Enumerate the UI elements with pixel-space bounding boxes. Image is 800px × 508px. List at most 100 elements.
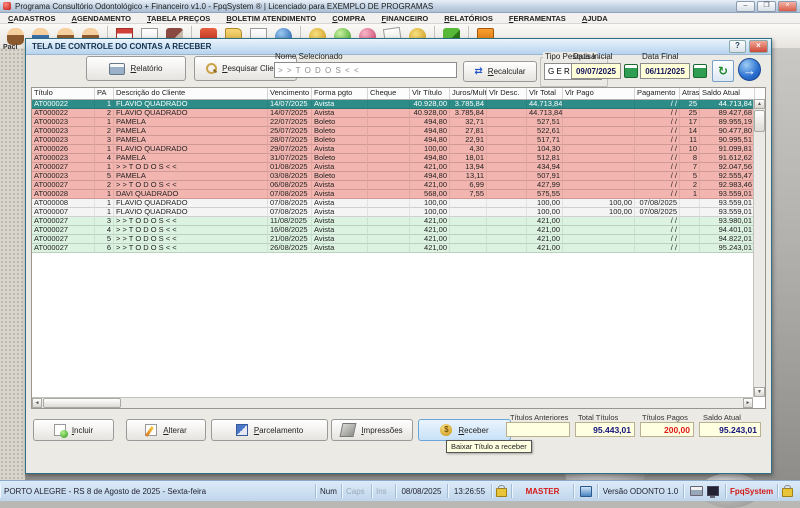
help-button[interactable]: ? bbox=[729, 40, 746, 53]
table-row[interactable]: AT0000081FLAVIO QUADRADO07/08/2025Avista… bbox=[32, 199, 765, 208]
table-row[interactable]: AT0000272> > T O D O S < <06/08/2025Avis… bbox=[32, 181, 765, 190]
cell-titulo: AT000023 bbox=[32, 136, 95, 145]
status-bar: PORTO ALEGRE - RS 8 de Agosto de 2025 - … bbox=[0, 480, 800, 501]
grid-body: AT0000221FLAVIO QUADRADO14/07/2025Avista… bbox=[32, 100, 765, 253]
cell-atraso: 2 bbox=[680, 181, 700, 190]
table-row[interactable]: AT0000232PAMELA25/07/2025Boleto494,8027,… bbox=[32, 127, 765, 136]
status-devices bbox=[684, 484, 726, 498]
cell-cheque bbox=[368, 244, 410, 253]
cell-cheque bbox=[368, 127, 410, 136]
cell-vlr_total: 434,94 bbox=[527, 163, 563, 172]
vertical-scroll-thumb[interactable] bbox=[754, 110, 765, 132]
receber-button[interactable]: $ Receber bbox=[418, 419, 511, 441]
table-row[interactable]: AT0000276> > T O D O S < <26/08/2025Avis… bbox=[32, 244, 765, 253]
cell-atraso: 11 bbox=[680, 136, 700, 145]
alterar-button[interactable]: Alterar bbox=[126, 419, 206, 441]
cell-titulo: AT000007 bbox=[32, 208, 95, 217]
menu-item-cadastros[interactable]: CADASTROS bbox=[0, 14, 64, 23]
impressoes-button[interactable]: Impressões bbox=[331, 419, 413, 441]
scroll-right-arrow[interactable]: ► bbox=[743, 398, 753, 408]
cell-atraso: 17 bbox=[680, 118, 700, 127]
close-button[interactable]: × bbox=[778, 1, 797, 12]
table-row[interactable]: AT0000273> > T O D O S < <11/08/2025Avis… bbox=[32, 217, 765, 226]
go-button[interactable]: → bbox=[738, 58, 761, 81]
printer-icon bbox=[109, 63, 125, 75]
cell-desc bbox=[487, 181, 527, 190]
scroll-left-arrow[interactable]: ◄ bbox=[32, 398, 42, 408]
restore-button[interactable]: ❐ bbox=[757, 1, 776, 12]
cell-pagamento: 07/08/2025 bbox=[635, 208, 680, 217]
table-row[interactable]: AT0000281DAVI QUADRADO07/08/2025Avista56… bbox=[32, 190, 765, 199]
cell-saldo: 90.477,80 bbox=[700, 127, 755, 136]
horizontal-scroll-thumb[interactable] bbox=[43, 398, 121, 408]
window-close-button[interactable]: × bbox=[749, 40, 768, 53]
relatorio-button[interactable]: Relatório bbox=[86, 56, 186, 81]
cell-cheque bbox=[368, 235, 410, 244]
cell-venc: 11/08/2025 bbox=[268, 217, 312, 226]
scroll-up-arrow[interactable]: ▲ bbox=[754, 99, 765, 109]
cell-desc bbox=[487, 127, 527, 136]
cell-vlr_pago bbox=[563, 145, 635, 154]
cell-saldo: 93.559,01 bbox=[700, 208, 755, 217]
table-row[interactable]: AT0000231PAMELA22/07/2025Boleto494,8032,… bbox=[32, 118, 765, 127]
menu-item-ferramentas[interactable]: FERRAMENTAS bbox=[501, 14, 574, 23]
nome-selecionado-input[interactable]: > > T O D O S < < bbox=[274, 62, 457, 78]
cell-pagamento: / / bbox=[635, 217, 680, 226]
table-row[interactable]: AT0000233PAMELA28/07/2025Boleto494,8022,… bbox=[32, 136, 765, 145]
cell-vlr_pago bbox=[563, 100, 635, 109]
cell-pa: 2 bbox=[95, 181, 114, 190]
cell-juros: 3.785,84 bbox=[450, 100, 487, 109]
add-document-icon bbox=[54, 424, 66, 436]
column-header: Título bbox=[32, 88, 95, 99]
data-final-input[interactable]: 06/11/2025 bbox=[640, 63, 690, 79]
data-final-calendar-icon[interactable] bbox=[693, 64, 707, 78]
scroll-down-arrow[interactable]: ▼ bbox=[754, 387, 765, 397]
column-header: Cheque bbox=[368, 88, 410, 99]
data-inicial-calendar-icon[interactable] bbox=[624, 64, 638, 78]
status-version: Versão ODONTO 1.0 bbox=[598, 484, 684, 498]
cell-juros: 18,01 bbox=[450, 154, 487, 163]
arrow-right-icon: → bbox=[743, 63, 756, 78]
horizontal-scrollbar[interactable]: ◄ ► bbox=[32, 397, 753, 408]
cell-cliente: > > T O D O S < < bbox=[114, 217, 268, 226]
cell-juros: 7,55 bbox=[450, 190, 487, 199]
cell-saldo: 93.980,01 bbox=[700, 217, 755, 226]
recalcular-button[interactable]: ⇄ Recalcular bbox=[463, 61, 537, 82]
menu-item-ajuda[interactable]: AJUDA bbox=[574, 14, 616, 23]
menu-item-agendamento[interactable]: AGENDAMENTO bbox=[64, 14, 139, 23]
table-row[interactable]: AT0000071FLAVIO QUADRADO07/08/2025Avista… bbox=[32, 208, 765, 217]
saldo-atual-value: 95.243,01 bbox=[699, 422, 761, 437]
column-header: Vlr Pago bbox=[563, 88, 635, 99]
table-row[interactable]: AT0000261FLAVIO QUADRADO29/07/2025Avista… bbox=[32, 145, 765, 154]
minimize-button[interactable]: – bbox=[736, 1, 755, 12]
menu-item-compra[interactable]: COMPRA bbox=[324, 14, 373, 23]
cell-vlr_pago bbox=[563, 235, 635, 244]
status-location: PORTO ALEGRE - RS 8 de Agosto de 2025 - … bbox=[0, 484, 316, 498]
cell-atraso bbox=[680, 199, 700, 208]
menu-item-financeiro[interactable]: FINANCEIRO bbox=[374, 14, 437, 23]
table-row[interactable]: AT0000275> > T O D O S < <21/08/2025Avis… bbox=[32, 235, 765, 244]
cell-pa: 4 bbox=[95, 226, 114, 235]
table-row[interactable]: AT0000274> > T O D O S < <16/08/2025Avis… bbox=[32, 226, 765, 235]
cell-saldo: 95.243,01 bbox=[700, 244, 755, 253]
parcelamento-button[interactable]: Parcelamento bbox=[211, 419, 328, 441]
incluir-button[interactable]: Incluir bbox=[33, 419, 114, 441]
cell-cliente: FLAVIO QUADRADO bbox=[114, 208, 268, 217]
cell-titulo: AT000027 bbox=[32, 181, 95, 190]
refresh-button[interactable]: ↻ bbox=[712, 60, 734, 82]
table-row[interactable]: AT0000271> > T O D O S < <01/08/2025Avis… bbox=[32, 163, 765, 172]
table-row[interactable]: AT0000222FLAVIO QUADRADO14/07/2025Avista… bbox=[32, 109, 765, 118]
column-header: Vlr Título bbox=[410, 88, 450, 99]
menu-item-boletim-atendimento[interactable]: BOLETIM ATENDIMENTO bbox=[218, 14, 324, 23]
cell-saldo: 89.955,19 bbox=[700, 118, 755, 127]
table-row[interactable]: AT0000221FLAVIO QUADRADO14/07/2025Avista… bbox=[32, 100, 765, 109]
column-header: PA bbox=[95, 88, 114, 99]
patients-icon[interactable] bbox=[7, 28, 24, 45]
menu-item-tabela-pre-os[interactable]: TABELA PREÇOS bbox=[139, 14, 218, 23]
vertical-scrollbar[interactable]: ▲ ▼ bbox=[753, 99, 765, 397]
cell-vlr_pago bbox=[563, 217, 635, 226]
table-row[interactable]: AT0000234PAMELA31/07/2025Boleto494,8018,… bbox=[32, 154, 765, 163]
menu-item-relat-rios[interactable]: RELATÓRIOS bbox=[436, 14, 501, 23]
table-row[interactable]: AT0000235PAMELA03/08/2025Boleto494,8013,… bbox=[32, 172, 765, 181]
data-inicial-input[interactable]: 09/07/2025 bbox=[571, 63, 621, 79]
